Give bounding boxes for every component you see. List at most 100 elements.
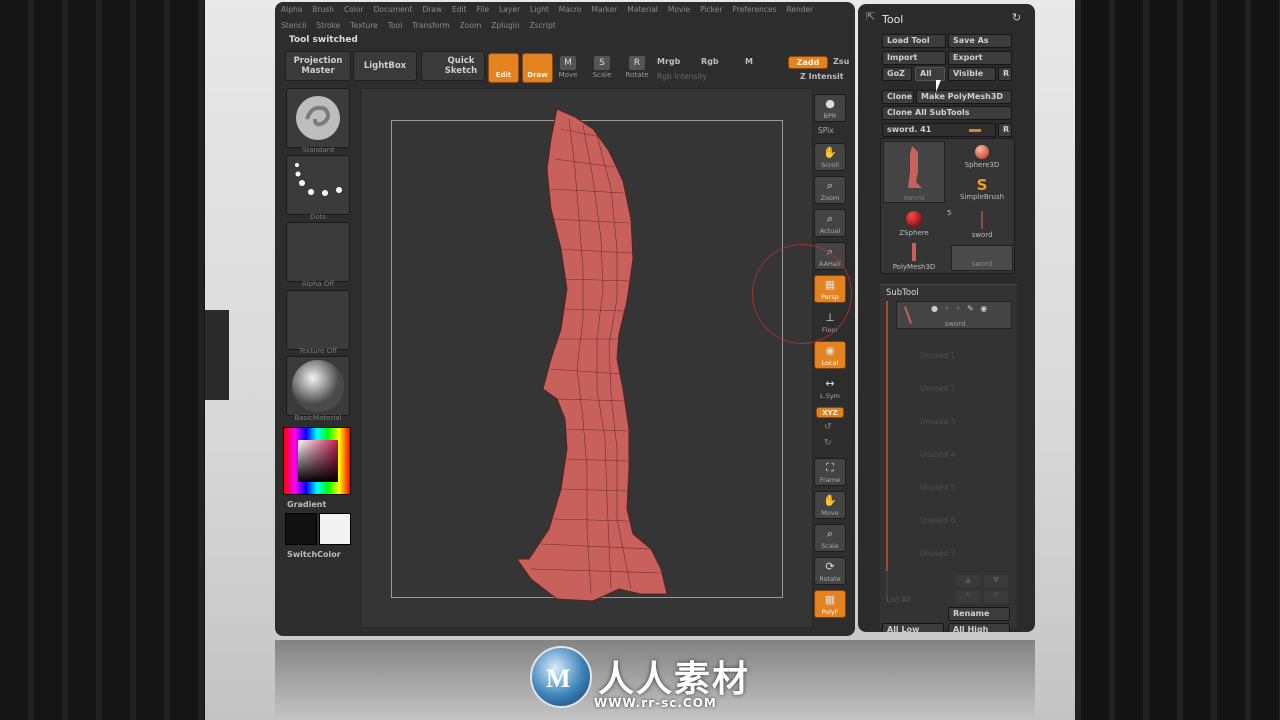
refresh-icon[interactable]: ↻ — [1012, 11, 1021, 24]
all-low-button[interactable]: All Low — [882, 623, 944, 632]
tool-sword-active[interactable]: sword — [951, 245, 1013, 271]
r-slider-button[interactable]: R — [998, 123, 1012, 137]
menu-edit[interactable]: Edit — [452, 5, 467, 19]
subtool-slot-5[interactable]: Unused 5 — [920, 483, 955, 492]
tool-thumb-sword[interactable]: sword — [883, 141, 945, 203]
texture-thumbnail[interactable] — [286, 290, 350, 350]
edit-button[interactable]: Edit — [488, 53, 519, 83]
make-polymesh-button[interactable]: Make PolyMesh3D — [916, 90, 1012, 104]
menu-file[interactable]: File — [477, 5, 490, 19]
menu-layer[interactable]: Layer — [499, 5, 520, 19]
switchcolor-button[interactable]: SwitchColor — [287, 550, 341, 559]
menu-material[interactable]: Material — [627, 5, 657, 19]
move-view-button[interactable]: ✋ Move — [814, 491, 846, 519]
all-button[interactable]: All — [915, 67, 945, 81]
lsym-button[interactable]: ↔ L.Sym — [814, 374, 846, 402]
alpha-thumbnail[interactable] — [286, 222, 350, 282]
tool-sword-small[interactable]: sword — [951, 211, 1013, 239]
zadd-button[interactable]: Zadd — [788, 56, 828, 69]
z-intensity-slider[interactable]: Z Intensit — [800, 72, 844, 81]
local-button[interactable]: ◉ Local — [814, 341, 846, 369]
menu-zscript[interactable]: Zscript — [530, 21, 556, 35]
list-all-button[interactable]: List All — [886, 595, 911, 604]
menu-stroke[interactable]: Stroke — [316, 21, 340, 35]
m-button[interactable]: M — [745, 57, 753, 66]
material-thumbnail[interactable] — [286, 356, 350, 416]
rgb-button[interactable]: Rgb — [701, 57, 719, 66]
menu-alpha[interactable]: Alpha — [281, 5, 302, 19]
tool-simplebrush[interactable]: S SimpleBrush — [951, 177, 1013, 201]
slider-handle[interactable] — [969, 129, 981, 132]
tool-sphere3d[interactable]: Sphere3D — [951, 145, 1013, 169]
subtool-header[interactable]: SubTool — [886, 288, 919, 298]
menu-picker[interactable]: Picker — [700, 5, 722, 19]
subtool-slot-2[interactable]: Unused 2 — [920, 384, 955, 393]
menu-draw[interactable]: Draw — [422, 5, 442, 19]
bpr-button[interactable]: ● BPR — [814, 94, 846, 122]
current-tool-slider[interactable]: sword. 41 — [882, 123, 996, 137]
spix-slider[interactable]: SPix — [818, 126, 834, 135]
rotate-button[interactable]: R Rotate — [625, 56, 649, 79]
menu-document[interactable]: Document — [374, 5, 413, 19]
rename-button[interactable]: Rename — [948, 607, 1010, 621]
menu-transform[interactable]: Transform — [412, 21, 449, 35]
menu-marker[interactable]: Marker — [591, 5, 617, 19]
menu-light[interactable]: Light — [530, 5, 549, 19]
menu-brush[interactable]: Brush — [312, 5, 334, 19]
move-button[interactable]: M Move — [557, 56, 579, 79]
lightbox-button[interactable]: LightBox — [353, 51, 417, 81]
subtool-slot-4[interactable]: Unused 4 — [920, 450, 955, 459]
color-saturation-square[interactable] — [298, 440, 338, 482]
menu-tool[interactable]: Tool — [388, 21, 403, 35]
mrgb-button[interactable]: Mrgb — [657, 57, 680, 66]
quick-sketch-button[interactable]: Quick Sketch — [421, 51, 485, 81]
subtool-slot-3[interactable]: Unused 3 — [920, 417, 955, 426]
projection-master-button[interactable]: Projection Master — [285, 51, 351, 81]
menu-stencil[interactable]: Stencil — [281, 21, 306, 35]
menu-zoom[interactable]: Zoom — [460, 21, 482, 35]
rotate-cw-icon[interactable]: ↻ — [824, 438, 832, 448]
menu-preferences[interactable]: Preferences — [732, 5, 776, 19]
actual-button[interactable]: ⌕ Actual — [814, 209, 846, 237]
move-up-arrow-icon[interactable]: ▲ — [956, 575, 980, 587]
clone-button[interactable]: Clone — [882, 90, 914, 104]
color-picker[interactable] — [283, 427, 351, 495]
document-canvas[interactable] — [360, 88, 813, 628]
subtool-slot-7[interactable]: Unused 7 — [920, 549, 955, 558]
polyf-button[interactable]: ▦ PolyF — [814, 590, 846, 618]
subtool-slot-1[interactable]: Unused 1 — [920, 351, 955, 360]
primary-color-swatch[interactable] — [285, 513, 317, 545]
subtool-scroll-thumb[interactable] — [886, 301, 888, 571]
subtool-scrollbar[interactable] — [886, 301, 888, 601]
zoom-button[interactable]: ⌕ Zoom — [814, 176, 846, 204]
rotate-ccw-icon[interactable]: ↺ — [824, 422, 832, 432]
tool-polymesh3d[interactable]: PolyMesh3D — [883, 243, 945, 271]
export-button[interactable]: Export — [948, 51, 1012, 65]
move-down-arrow-icon[interactable]: ▼ — [984, 575, 1008, 587]
draw-button[interactable]: Draw — [522, 53, 553, 83]
rotate-view-button[interactable]: ⟳ Rotate — [814, 557, 846, 585]
menu-zplugin[interactable]: Zplugin — [491, 21, 519, 35]
save-as-button[interactable]: Save As — [948, 34, 1012, 48]
all-high-button[interactable]: All High — [948, 623, 1010, 632]
menu-render[interactable]: Render — [787, 5, 814, 19]
visible-button[interactable]: Visible — [948, 67, 996, 81]
arrow-left-icon[interactable]: ↰ — [956, 591, 980, 603]
subtool-slot-6[interactable]: Unused 6 — [920, 516, 955, 525]
menu-macro[interactable]: Macro — [559, 5, 582, 19]
scale-button[interactable]: S Scale — [591, 56, 613, 79]
menu-color[interactable]: Color — [344, 5, 364, 19]
secondary-color-swatch[interactable] — [319, 513, 351, 545]
frame-button[interactable]: ⛶ Frame — [814, 458, 846, 486]
clone-all-subtools-button[interactable]: Clone All SubTools — [882, 106, 1012, 120]
load-tool-button[interactable]: Load Tool — [882, 34, 946, 48]
tool-zsphere[interactable]: ZSphere — [883, 211, 945, 237]
menu-texture[interactable]: Texture — [350, 21, 377, 35]
gradient-label[interactable]: Gradient — [287, 500, 326, 509]
zsub-button[interactable]: Zsu — [833, 57, 849, 66]
arrow-right-icon[interactable]: ↱ — [984, 591, 1008, 603]
stroke-thumbnail[interactable] — [286, 155, 350, 215]
rgb-intensity-slider[interactable]: Rgb Intensity — [657, 72, 707, 81]
r-button[interactable]: R — [998, 67, 1012, 81]
goz-button[interactable]: GoZ — [882, 67, 912, 81]
